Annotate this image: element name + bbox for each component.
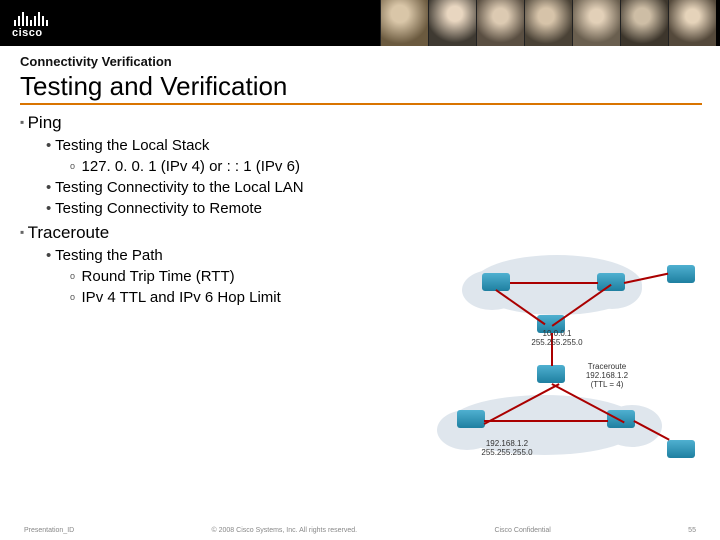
- footer-center: © 2008 Cisco Systems, Inc. All rights re…: [212, 527, 358, 534]
- cisco-logo-bars: [14, 8, 48, 26]
- list-item: Testing the Local Stack: [46, 137, 702, 154]
- list-item: Testing Connectivity to the Local LAN: [46, 179, 702, 196]
- page-number: 55: [688, 527, 696, 534]
- section-traceroute: Traceroute: [20, 223, 702, 243]
- diagram-label: 10.0.0.1 255.255.255.0: [517, 330, 597, 348]
- router-icon: [667, 265, 695, 288]
- header-bar: cisco: [0, 0, 720, 46]
- footer-right: Cisco Confidential: [494, 527, 550, 534]
- slide-title: Testing and Verification: [20, 71, 702, 105]
- list-item: Testing Connectivity to Remote: [46, 200, 702, 217]
- list-item: 127. 0. 0. 1 (IPv 4) or : : 1 (IPv 6): [70, 158, 702, 175]
- pretitle: Connectivity Verification: [20, 54, 702, 69]
- router-icon: [482, 273, 510, 296]
- router-icon: [667, 440, 695, 463]
- header-photo-strip: [380, 0, 716, 46]
- cisco-logo: cisco: [12, 8, 48, 39]
- diagram-label: Traceroute 192.168.1.2 (TTL = 4): [567, 363, 647, 389]
- network-diagram: 10.0.0.1 255.255.255.0 Traceroute 192.16…: [412, 255, 702, 465]
- footer-left: Presentation_ID: [24, 527, 74, 534]
- router-icon: [457, 410, 485, 433]
- cisco-logo-text: cisco: [12, 27, 43, 39]
- diagram-label: 192.168.1.2 255.255.255.0: [467, 440, 547, 458]
- footer: Presentation_ID © 2008 Cisco Systems, In…: [0, 527, 720, 534]
- section-ping: Ping: [20, 113, 702, 133]
